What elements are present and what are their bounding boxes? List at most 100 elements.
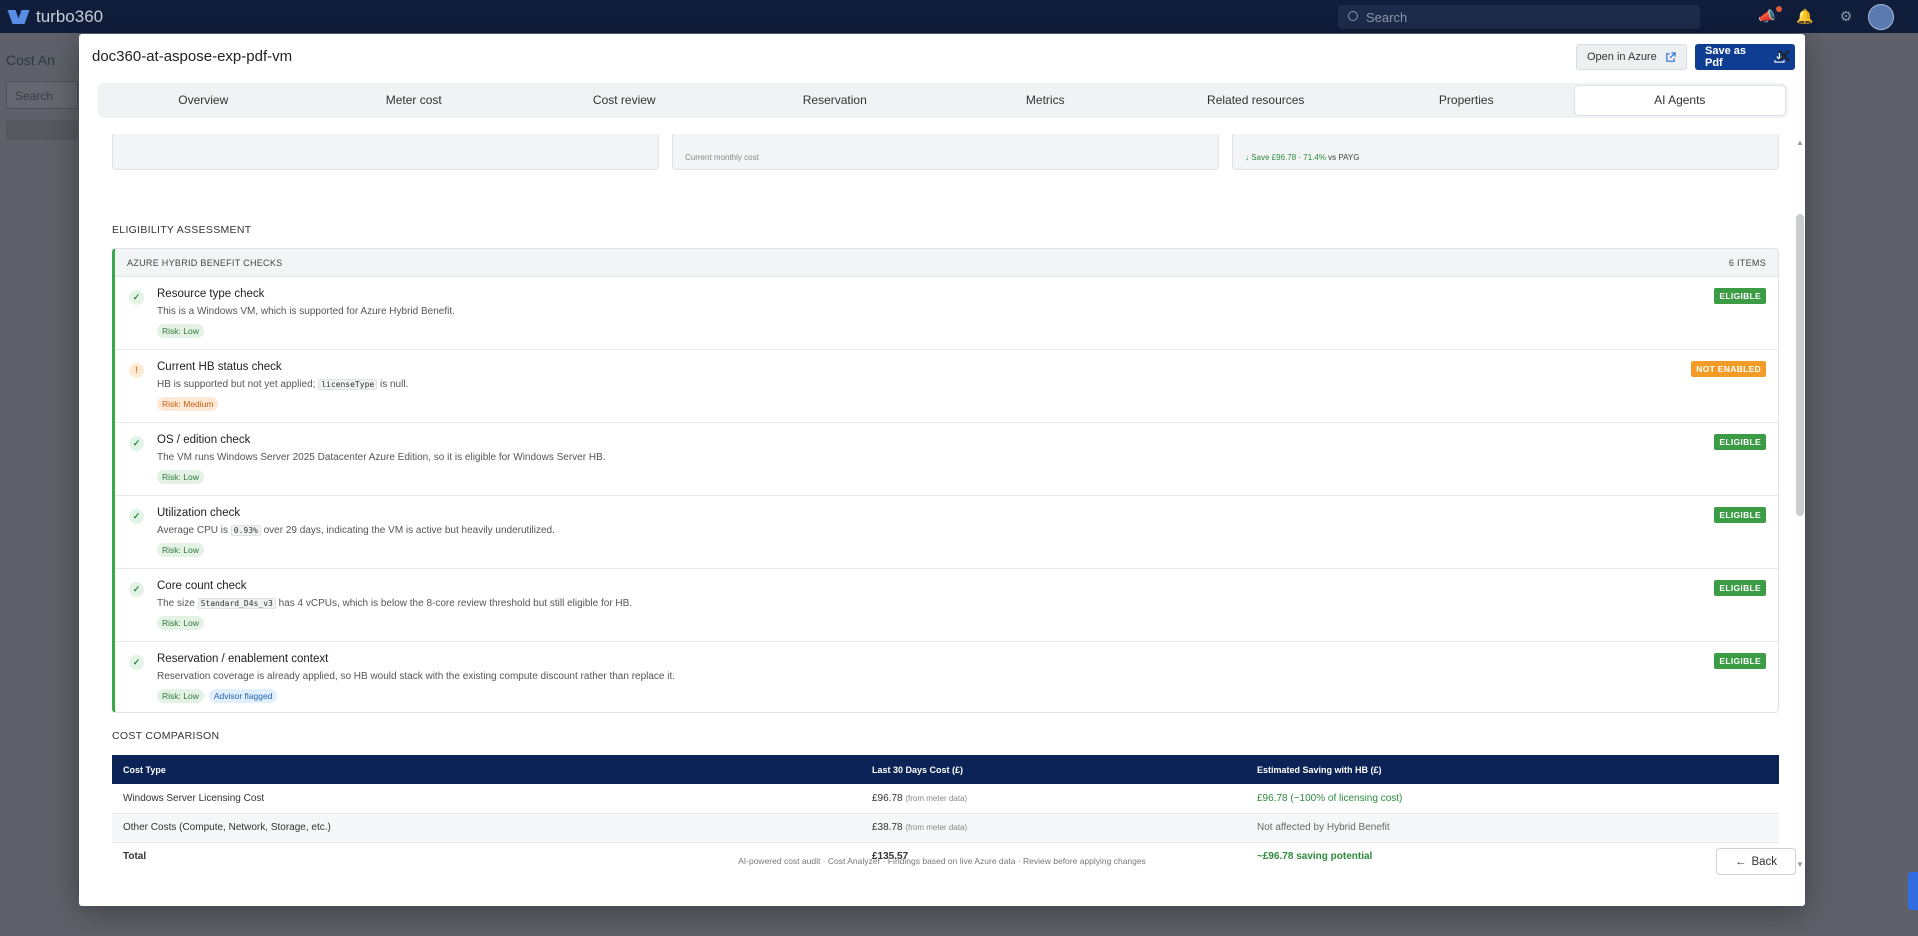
scroll-up-arrow-icon[interactable]: ▲ — [1795, 138, 1805, 148]
checks-title: AZURE HYBRID BENEFIT CHECKS — [127, 257, 283, 268]
close-icon[interactable]: ✕ — [1773, 46, 1795, 68]
checks-header: AZURE HYBRID BENEFIT CHECKS 6 ITEMS — [115, 249, 1778, 277]
list-item: ✓ OS / edition check The VM runs Windows… — [115, 423, 1778, 496]
risk-badge: Risk: Low — [157, 470, 204, 484]
check-icon: ✓ — [129, 436, 144, 451]
risk-badge: Risk: Low — [157, 689, 204, 703]
status-badge: ELIGIBLE — [1714, 288, 1766, 304]
cost-value: £96.78 — [872, 792, 903, 804]
summary-card-3: ↓ Save £96.78 · 71.4% vs PAYG — [1232, 134, 1779, 170]
checks-count: 6 ITEMS — [1728, 257, 1766, 268]
back-button[interactable]: ← Back — [1716, 848, 1796, 875]
arrow-left-icon: ← — [1734, 855, 1747, 868]
chat-launcher-button[interactable] — [1908, 872, 1918, 910]
warning-icon: ! — [129, 363, 144, 378]
open-in-azure-label: Open in Azure — [1587, 51, 1657, 63]
cost-note: (from meter data) — [905, 793, 968, 803]
saving-cell: £96.78 (~100% of licensing cost) — [1246, 784, 1779, 814]
advisor-badge: Advisor flagged — [208, 689, 278, 703]
cost-comparison-table: Cost Type Last 30 Days Cost (£) Estimate… — [112, 755, 1779, 868]
column-header: Estimated Saving with HB (£) — [1246, 755, 1779, 784]
desc-part: over 29 days, indicating the VM is activ… — [260, 525, 555, 536]
check-icon: ✓ — [129, 582, 144, 597]
external-link-icon — [1665, 51, 1676, 62]
check-title: Utilization check — [157, 507, 241, 519]
modal-title: doc360-at-aspose-exp-pdf-vm — [92, 48, 293, 65]
risk-badge: Risk: Medium — [157, 397, 219, 411]
background-tree-item[interactable] — [6, 120, 78, 140]
hybrid-benefit-checks: AZURE HYBRID BENEFIT CHECKS 6 ITEMS ✓ Re… — [112, 248, 1779, 713]
app-logo[interactable]: turbo360 — [8, 7, 103, 27]
background-page-title: Cost An — [6, 52, 56, 68]
gear-icon[interactable]: ⚙ — [1838, 8, 1854, 24]
global-search-input[interactable]: Search — [1338, 5, 1700, 29]
background-search-input[interactable]: Search — [6, 81, 78, 109]
table-row: Other Costs (Compute, Network, Storage, … — [112, 813, 1779, 843]
check-title: Core count check — [157, 580, 247, 592]
megaphone-icon[interactable]: 📣 — [1758, 8, 1775, 24]
tab-cost-review[interactable]: Cost review — [519, 83, 730, 118]
check-description: Average CPU is 0.93% over 29 days, indic… — [157, 525, 555, 536]
avatar[interactable] — [1868, 4, 1894, 30]
tab-metrics[interactable]: Metrics — [940, 83, 1151, 118]
cost-note: (from meter data) — [905, 823, 968, 832]
current-monthly-cost-label: Current monthly cost — [685, 153, 759, 162]
open-in-azure-button[interactable]: Open in Azure — [1576, 44, 1687, 70]
tab-meter-cost[interactable]: Meter cost — [309, 83, 520, 118]
savings-amount: ↓ Save £96.78 · 71.4% — [1245, 153, 1326, 162]
risk-badge: Risk: Low — [157, 543, 204, 557]
desc-part: is null. — [377, 379, 409, 390]
check-description: The size Standard_D4s_v3 has 4 vCPUs, wh… — [157, 598, 632, 609]
list-item: ✓ Reservation / enablement context Reser… — [115, 642, 1778, 712]
tab-reservation[interactable]: Reservation — [730, 83, 941, 118]
desc-part: The size — [157, 598, 198, 609]
detail-tabs: Overview Meter cost Cost review Reservat… — [98, 83, 1788, 118]
code-snippet: 0.93% — [230, 525, 261, 536]
check-description: The VM runs Windows Server 2025 Datacent… — [157, 452, 606, 463]
check-description: HB is supported but not yet applied; lic… — [157, 379, 408, 390]
cost-cell: £38.78 (from meter data) — [861, 813, 1246, 843]
risk-badge: Risk: Low — [157, 616, 204, 630]
check-title: Reservation / enablement context — [157, 653, 329, 665]
resource-detail-modal: doc360-at-aspose-exp-pdf-vm Open in Azur… — [79, 34, 1805, 906]
savings-suffix: vs PAYG — [1325, 153, 1360, 162]
tab-ai-agents[interactable]: AI Agents — [1573, 85, 1786, 116]
tab-related-resources[interactable]: Related resources — [1151, 83, 1362, 118]
search-icon — [1348, 11, 1358, 21]
status-badge: ELIGIBLE — [1714, 580, 1766, 596]
app-topbar: turbo360 Search 📣 🔔 ⚙ — [0, 0, 1918, 33]
bell-icon[interactable]: 🔔 — [1796, 8, 1813, 24]
savings-summary: ↓ Save £96.78 · 71.4% vs PAYG — [1245, 153, 1359, 162]
risk-badge: Risk: Low — [157, 324, 204, 338]
code-snippet: licenseType — [318, 379, 378, 390]
summary-card-1 — [112, 134, 659, 170]
content-scrollbar[interactable]: ▲ ▼ — [1795, 138, 1805, 870]
check-icon: ✓ — [129, 290, 144, 305]
notification-dot — [1776, 6, 1782, 12]
cost-type-cell: Other Costs (Compute, Network, Storage, … — [112, 813, 861, 843]
desc-part: HB is supported but not yet applied; — [157, 379, 319, 390]
tab-overview[interactable]: Overview — [98, 83, 309, 118]
status-badge: NOT ENABLED — [1691, 361, 1766, 377]
check-icon: ✓ — [129, 509, 144, 524]
eligibility-heading: ELIGIBILITY ASSESSMENT — [112, 224, 252, 236]
desc-part: Average CPU is — [157, 525, 231, 536]
summary-card-2: Current monthly cost — [672, 134, 1219, 170]
cost-cell: £96.78 (from meter data) — [861, 784, 1246, 814]
table-row: Windows Server Licensing Cost £96.78 (fr… — [112, 784, 1779, 814]
scrollbar-thumb[interactable] — [1796, 214, 1804, 516]
check-description: This is a Windows VM, which is supported… — [157, 306, 455, 317]
cost-value: £38.78 — [872, 822, 903, 833]
tab-properties[interactable]: Properties — [1361, 83, 1572, 118]
global-search-placeholder: Search — [1366, 10, 1408, 25]
table-header-row: Cost Type Last 30 Days Cost (£) Estimate… — [112, 755, 1779, 784]
saving-cell: Not affected by Hybrid Benefit — [1246, 813, 1779, 843]
cost-type-cell: Windows Server Licensing Cost — [112, 784, 861, 814]
turbo360-logo-icon — [8, 8, 30, 26]
column-header: Cost Type — [112, 755, 861, 784]
list-item: ✓ Utilization check Average CPU is 0.93%… — [115, 496, 1778, 569]
list-item: ! Current HB status check HB is supporte… — [115, 350, 1778, 423]
check-title: Current HB status check — [157, 361, 282, 373]
ai-agents-content[interactable]: Current monthly cost ↓ Save £96.78 · 71.… — [112, 134, 1782, 868]
list-item: ✓ Resource type check This is a Windows … — [115, 277, 1778, 350]
